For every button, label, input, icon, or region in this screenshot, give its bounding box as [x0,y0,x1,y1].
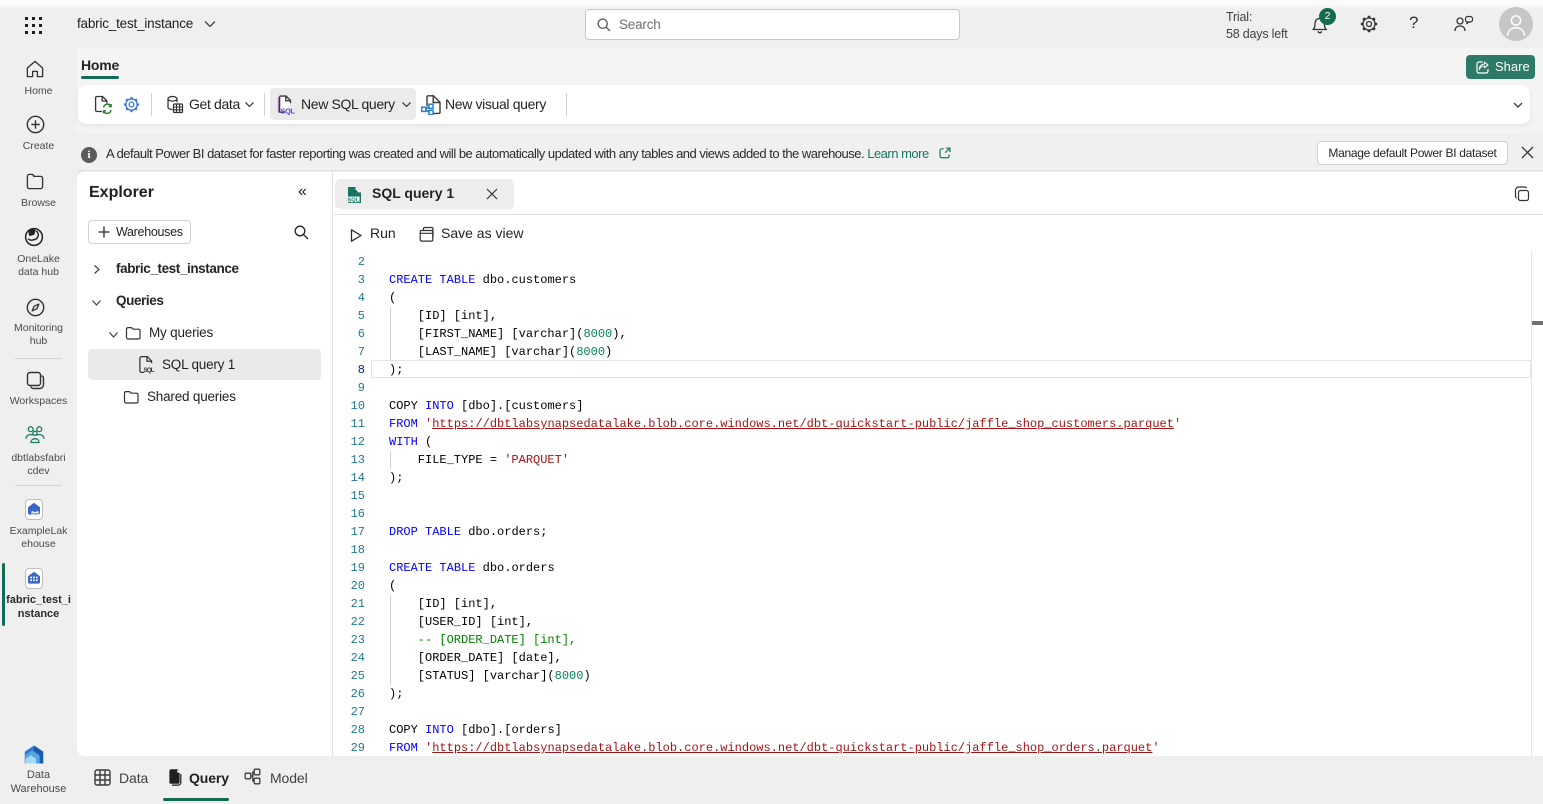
svg-text:SQL: SQL [347,198,359,204]
svg-text:SQL: SQL [281,107,296,116]
svg-text:SQL: SQL [144,367,155,374]
